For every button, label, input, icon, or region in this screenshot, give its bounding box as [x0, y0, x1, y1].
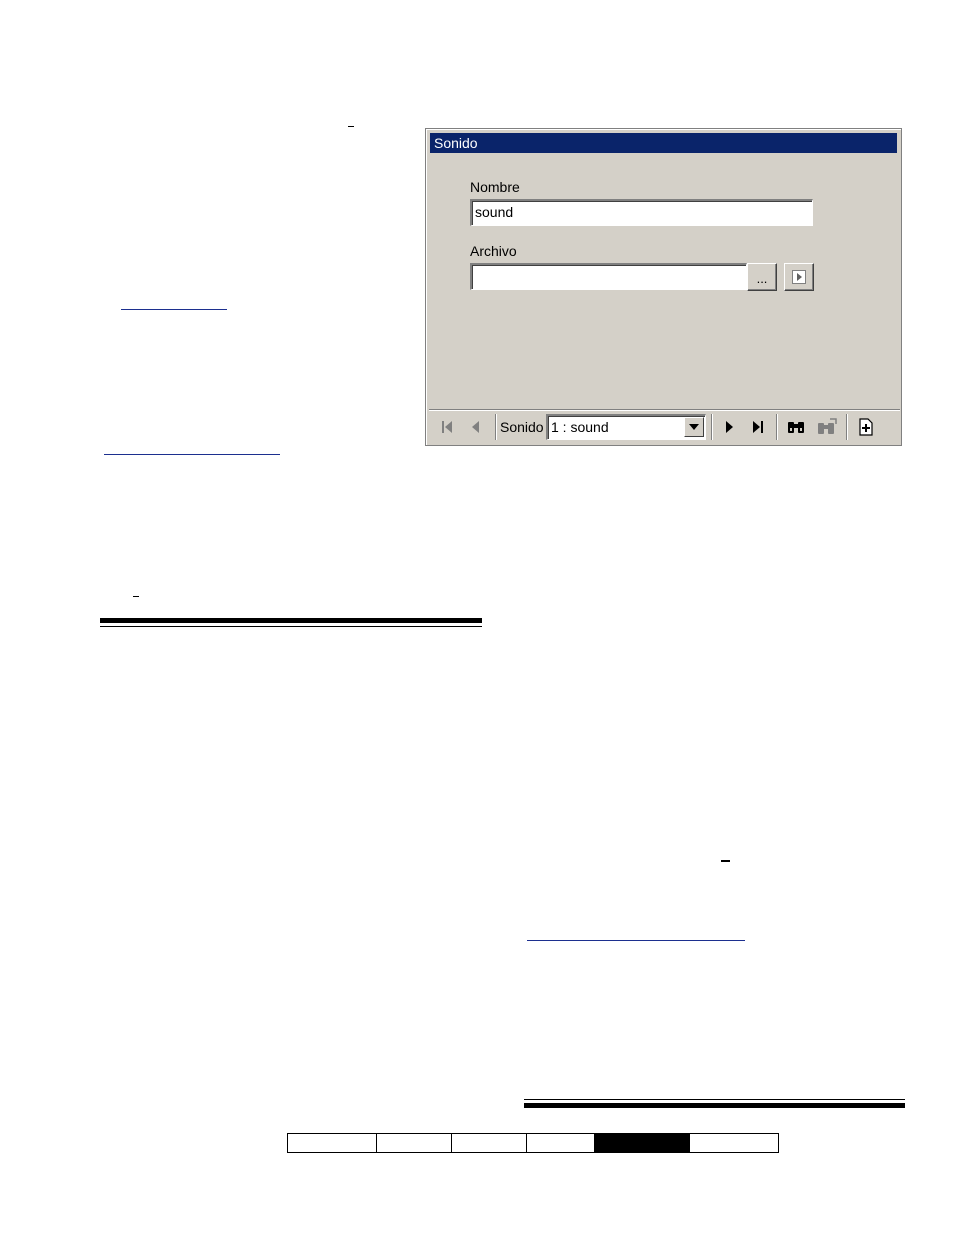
hyperlink-underline[interactable]	[121, 309, 227, 310]
new-record-button[interactable]	[853, 415, 879, 439]
file-label: Archivo	[470, 243, 517, 259]
first-record-icon	[442, 421, 452, 433]
last-record-icon	[753, 421, 763, 433]
toolbar-separator	[776, 414, 777, 440]
record-navigator: Sonido 1 : sound	[429, 409, 900, 443]
first-record-button[interactable]	[434, 415, 460, 439]
play-button[interactable]	[784, 263, 814, 291]
page-tab[interactable]	[452, 1134, 527, 1152]
find-next-button[interactable]	[814, 415, 840, 439]
hyperlink-underline[interactable]	[527, 940, 745, 941]
section-rule-thin	[100, 626, 482, 627]
sound-dialog: Sonido Nombre sound Archivo ... Sonido 1…	[425, 128, 902, 446]
toolbar-separator	[711, 414, 712, 440]
hyperlink-underline[interactable]	[104, 454, 280, 455]
previous-record-icon	[472, 421, 479, 433]
play-icon	[792, 270, 806, 284]
toolbar-separator	[846, 414, 847, 440]
page-tab[interactable]	[690, 1134, 778, 1152]
chevron-down-icon	[689, 424, 699, 430]
file-field[interactable]	[470, 263, 747, 290]
find-button[interactable]	[783, 415, 809, 439]
section-rule-thin	[524, 1099, 905, 1100]
record-selector-value: 1 : sound	[551, 419, 609, 435]
last-record-button[interactable]	[745, 415, 771, 439]
text-mark	[348, 126, 354, 127]
page-tab[interactable]	[527, 1134, 595, 1152]
next-record-button[interactable]	[716, 415, 742, 439]
page-tab[interactable]	[377, 1134, 452, 1152]
new-record-icon	[859, 418, 873, 436]
page-tab[interactable]	[288, 1134, 377, 1152]
text-mark	[133, 596, 139, 597]
dialog-title: Sonido	[430, 133, 897, 153]
section-rule	[100, 618, 482, 623]
name-label: Nombre	[470, 179, 520, 195]
toolbar-separator	[495, 414, 496, 440]
next-record-icon	[726, 421, 733, 433]
text-mark	[721, 860, 730, 862]
navigator-record-label: Sonido	[500, 419, 544, 435]
page-tab-strip	[287, 1133, 779, 1153]
page-tab-active[interactable]	[595, 1134, 690, 1152]
section-rule	[524, 1103, 905, 1108]
browse-button[interactable]: ...	[747, 263, 777, 291]
previous-record-button[interactable]	[463, 415, 489, 439]
record-selector[interactable]: 1 : sound	[546, 414, 706, 440]
find-next-icon	[818, 418, 837, 434]
record-selector-dropdown[interactable]	[684, 417, 704, 437]
binoculars-icon	[788, 422, 804, 433]
name-field[interactable]: sound	[470, 199, 813, 226]
